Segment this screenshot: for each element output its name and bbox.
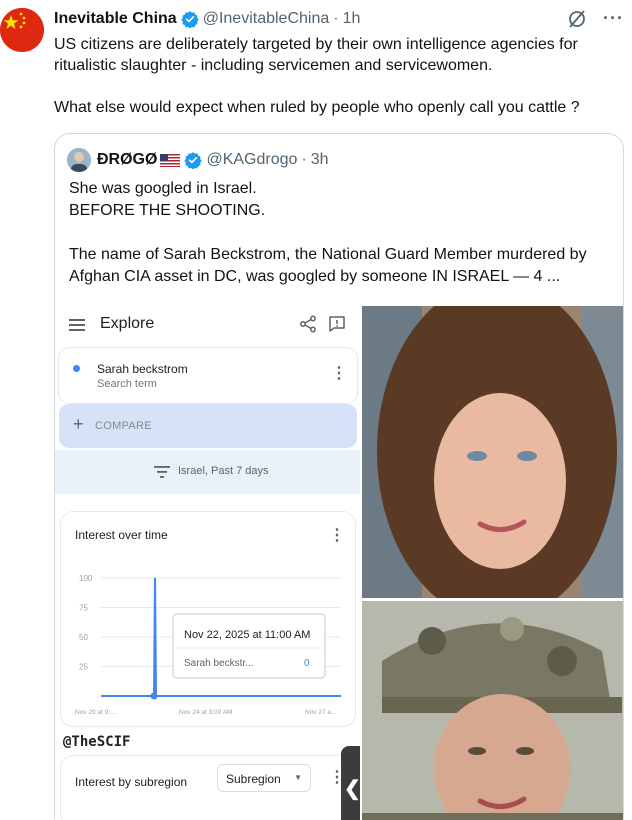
interest-by-subregion-card: Interest by subregion Subregion ▼ ⋮ (61, 756, 355, 820)
tweet-header: Inevitable China @InevitableChina · 1h ·… (54, 8, 624, 30)
x-tick-label: Nov 20 at 9:... (75, 709, 116, 716)
filter-label: Israel, Past 7 days (178, 465, 269, 477)
quoted-tweet[interactable]: ĐRØGØ @KAGdrogo · 3h She was googled in … (54, 133, 624, 820)
series-color-dot (73, 365, 80, 372)
media-grid: Explore Sarah beckstrom Search term ⋮ + … (55, 306, 623, 820)
tweet-text: US citizens are deliberately targeted by… (54, 36, 580, 116)
subregion-title: Interest by subregion (75, 775, 188, 789)
search-term-sub: Search term (97, 378, 157, 390)
quote-author-avatar[interactable] (67, 148, 91, 172)
more-options-icon[interactable]: ··· (603, 8, 624, 29)
filter-bar: Israel, Past 7 days (55, 450, 360, 494)
compare-bar: + COMPARE (59, 404, 357, 448)
verified-badge-icon (184, 152, 203, 169)
y-tick-label: 100 (79, 574, 93, 583)
tooltip-date: Nov 22, 2025 at 11:00 AM (184, 629, 310, 641)
subregion-select: Subregion ▼ (217, 764, 311, 792)
compare-label: COMPARE (95, 420, 152, 432)
share-icon (300, 315, 316, 333)
quote-header: ĐRØGØ @KAGdrogo · 3h (67, 148, 611, 172)
chart-tooltip: Nov 22, 2025 at 11:00 AM Sarah beckstr..… (172, 613, 326, 679)
y-tick-label: 75 (79, 604, 88, 613)
subregion-select-label: Subregion (226, 772, 281, 786)
china-flag-icon (0, 8, 44, 52)
x-tick-label: Nov 27 a... (305, 709, 337, 716)
grok-icon[interactable] (567, 9, 587, 29)
quote-time[interactable]: 3h (311, 151, 329, 169)
kebab-menu-icon: ⋮ (329, 527, 345, 544)
quote-author-handle[interactable]: @KAGdrogo (206, 151, 297, 169)
quote-text: She was googled in Israel. BEFORE THE SH… (69, 180, 587, 285)
filter-icon (154, 466, 170, 478)
quote-author-name[interactable]: ĐRØGØ (97, 151, 157, 169)
portrait-uniform-image (362, 601, 623, 820)
search-term-label: Sarah beckstrom (97, 362, 188, 376)
caret-down-icon: ▼ (294, 773, 302, 782)
portrait-image (362, 306, 623, 598)
us-flag-icon (160, 153, 181, 167)
separator-dot: · (333, 10, 339, 27)
photo-portrait-1[interactable] (362, 306, 623, 598)
chevron-left-icon: ❮ (344, 778, 360, 800)
person-avatar-icon (67, 148, 91, 172)
y-tick-label: 25 (79, 663, 88, 672)
hamburger-menu-icon (69, 319, 85, 331)
feedback-icon (329, 316, 345, 332)
tweet-time[interactable]: 1h (343, 10, 361, 28)
side-panel-handle: ❮ (341, 746, 360, 820)
kebab-menu-icon: ⋮ (331, 365, 347, 382)
y-tick-label: 50 (79, 633, 88, 642)
author-handle[interactable]: @InevitableChina (203, 10, 330, 28)
hover-point (150, 692, 158, 700)
interest-over-time-card: Interest over time ⋮ 100 75 50 25 Nov 20 at… (61, 512, 355, 726)
tooltip-value: 0 (304, 658, 310, 669)
photo-portrait-2[interactable] (362, 601, 623, 820)
plus-icon: + (73, 414, 84, 434)
tooltip-series: Sarah beckstr... (184, 658, 253, 669)
explore-title: Explore (100, 315, 155, 332)
interest-chart: 100 75 50 25 Nov 20 at 9:... Nov 24 at 3:00 … (75, 574, 341, 716)
verified-badge-icon (181, 11, 199, 28)
watermark: @TheSCIF (63, 734, 131, 750)
chart-title: Interest over time (75, 528, 168, 542)
trends-screenshot[interactable]: Explore Sarah beckstrom Search term ⋮ + … (55, 306, 360, 820)
search-term-card: Sarah beckstrom Search term ⋮ (59, 348, 357, 403)
author-avatar[interactable] (0, 8, 44, 52)
trends-topbar: Explore (55, 306, 360, 346)
author-name[interactable]: Inevitable China (54, 10, 177, 28)
separator-dot: · (301, 151, 307, 168)
x-tick-label: Nov 24 at 3:00 AM (179, 709, 232, 716)
